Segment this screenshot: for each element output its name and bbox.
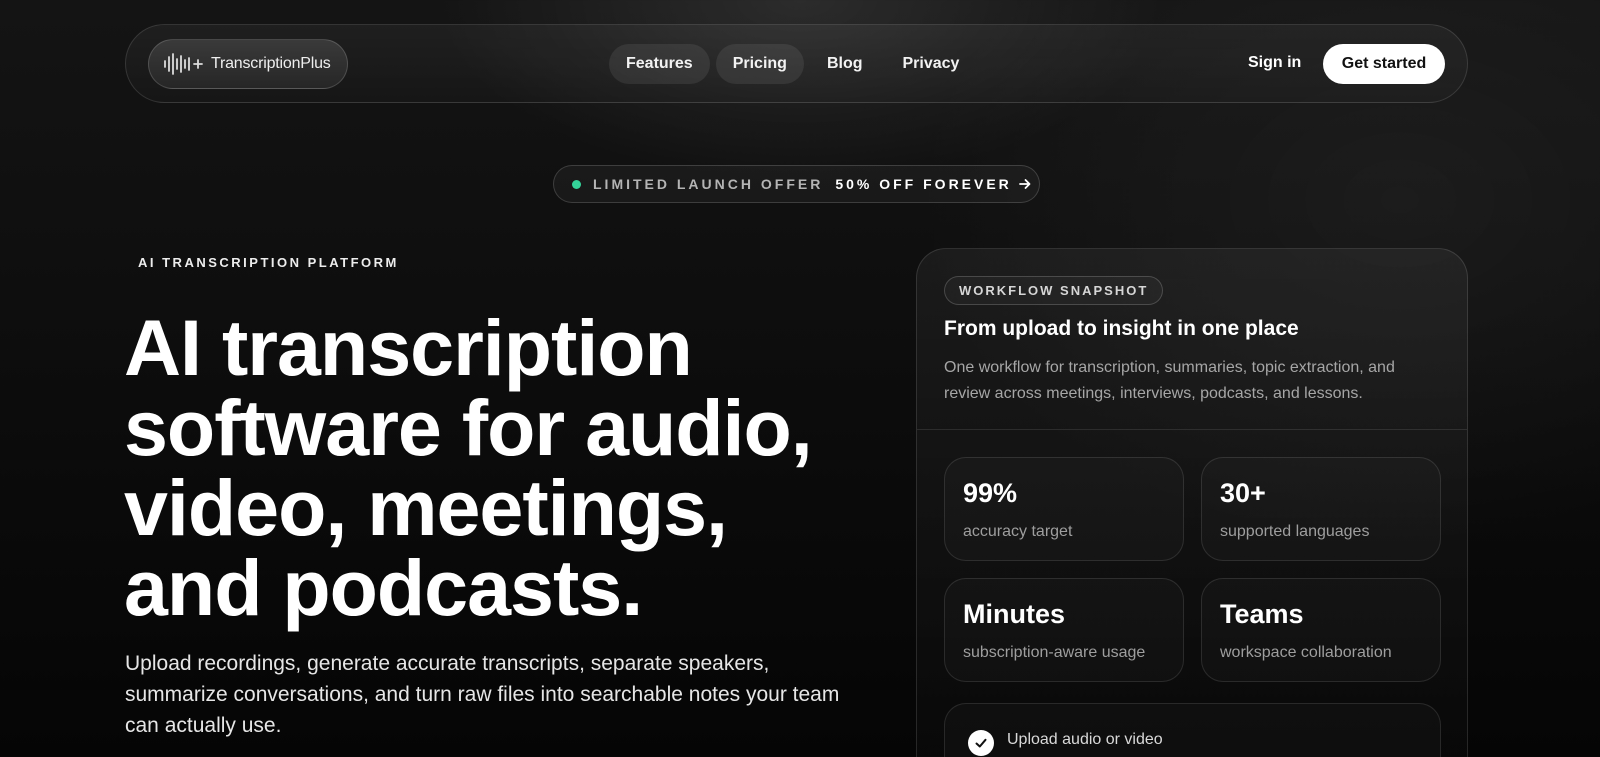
stat-value: 30+ [1220,478,1266,508]
card-divider [917,429,1467,430]
waveform-plus-icon [164,53,203,75]
stat-label: workspace collaboration [1220,644,1392,661]
stat-label: supported languages [1220,523,1370,540]
stat-value: Minutes [963,599,1066,629]
nav-link-pricing[interactable]: Pricing [715,44,804,84]
stat-card-accuracy: 99% accuracy target [944,457,1184,561]
stat-label: subscription-aware usage [963,644,1146,661]
hero-eyebrow: AI TRANSCRIPTION PLATFORM [138,255,399,270]
hero-headline: AI transcription software for audio, vid… [124,303,813,632]
offer-highlight-group: 50% OFF FOREVER [835,176,1031,192]
stat-card-teams: Teams workspace collaboration [1201,578,1441,682]
stat-card-usage: Minutes subscription-aware usage [944,578,1184,682]
offer-label: LIMITED LAUNCH OFFER [593,176,824,192]
snapshot-description: One workflow for transcription, summarie… [944,359,1395,402]
get-started-button[interactable]: Get started [1323,44,1445,84]
offer-highlight: 50% OFF FOREVER [835,176,1012,192]
stat-card-languages: 30+ supported languages [1201,457,1441,561]
sign-in-link[interactable]: Sign in [1248,54,1301,72]
workflow-snapshot-card: WORKFLOW SNAPSHOT From upload to insight… [916,248,1468,757]
workflow-step-upload: Upload audio or video [944,703,1441,757]
nav-link-features[interactable]: Features [609,44,710,84]
brand-name: TranscriptionPlus [211,55,331,72]
nav-link-privacy[interactable]: Privacy [885,44,976,84]
stat-label: accuracy target [963,523,1073,540]
hero-subtext: Upload recordings, generate accurate tra… [125,652,840,737]
launch-offer-banner[interactable]: LIMITED LAUNCH OFFER 50% OFF FOREVER [553,165,1040,203]
stat-value: 99% [963,478,1018,508]
snapshot-chip: WORKFLOW SNAPSHOT [944,276,1164,305]
brand-logo[interactable]: TranscriptionPlus [148,39,348,89]
primary-nav: Features Pricing Blog Privacy [609,44,976,84]
workflow-step-label: Upload audio or video [1007,731,1163,748]
arrow-right-icon [1018,179,1031,189]
stat-value: Teams [1220,599,1304,629]
status-dot [572,179,581,189]
nav-link-blog[interactable]: Blog [810,44,880,84]
snapshot-title: From upload to insight in one place [944,317,1299,340]
top-navbar: TranscriptionPlus Features Pricing Blog … [125,24,1468,103]
check-icon [968,730,994,756]
